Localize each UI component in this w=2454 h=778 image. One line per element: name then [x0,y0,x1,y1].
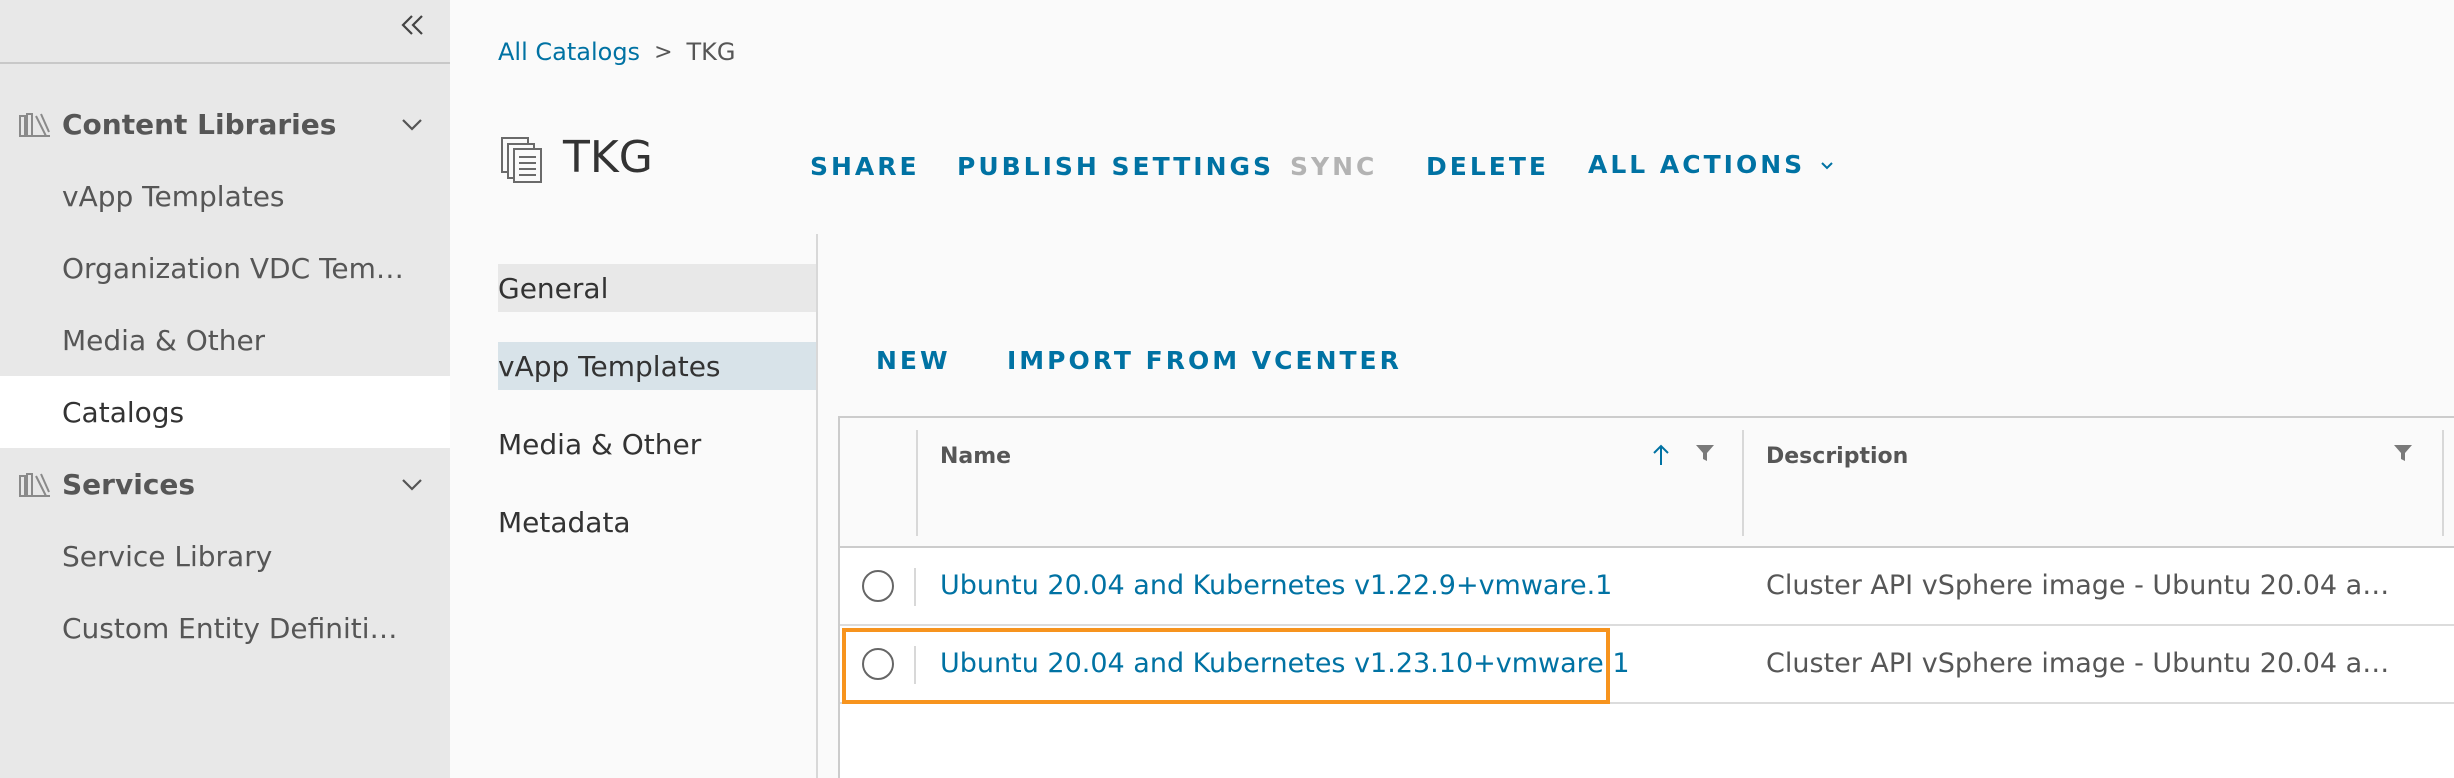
cell-separator [914,568,916,606]
sidebar-item-vapp-templates[interactable]: vApp Templates [0,160,450,232]
sidebar-group-content-libraries[interactable]: Content Libraries [0,96,450,152]
chevron-down-icon [402,479,422,491]
sidebar-item-custom-entity-definitions[interactable]: Custom Entity Definitions [0,592,450,664]
tab-general[interactable]: General [498,264,816,312]
double-chevron-left-icon [401,15,423,35]
publish-settings-button[interactable]: PUBLISH SETTINGS [957,152,1274,181]
column-separator [1742,430,1744,536]
sidebar-item-organization-vdc-templates[interactable]: Organization VDC Templates [0,232,450,304]
tabs-divider [816,234,818,778]
template-name-link[interactable]: Ubuntu 20.04 and Kubernetes v1.22.9+vmwa… [940,570,1612,601]
catalog-icon [501,137,542,183]
table-row[interactable]: Ubuntu 20.04 and Kubernetes v1.23.10+vmw… [840,626,2454,704]
column-header-description[interactable]: Description [1766,444,1908,469]
row-select-radio[interactable] [862,648,894,680]
sidebar-item-catalogs[interactable]: Catalogs [0,376,450,448]
breadcrumb-all-catalogs-link[interactable]: All Catalogs [498,38,640,66]
sidebar-divider [0,62,450,64]
chevron-down-icon [1821,162,1833,170]
template-name-link[interactable]: Ubuntu 20.04 and Kubernetes v1.23.10+vmw… [940,648,1630,679]
column-separator [916,430,918,536]
templates-grid: Name Description Ubuntu 20.04 and Kubern… [838,416,2454,778]
sidebar-item-media-other[interactable]: Media & Other [0,304,450,376]
delete-button[interactable]: DELETE [1426,152,1549,181]
grid-header: Name Description [840,418,2454,548]
row-select-radio[interactable] [862,570,894,602]
table-row[interactable]: Ubuntu 20.04 and Kubernetes v1.22.9+vmwa… [840,548,2454,626]
breadcrumb-separator: > [654,39,673,65]
sort-ascending-icon[interactable] [1648,442,1674,468]
all-actions-label: ALL ACTIONS [1588,150,1806,179]
sidebar-group-label: Content Libraries [62,107,337,141]
tab-metadata[interactable]: Metadata [498,498,816,546]
tab-media-other[interactable]: Media & Other [498,420,816,468]
import-from-vcenter-button[interactable]: IMPORT FROM VCENTER [1007,346,1402,375]
tab-vapp-templates[interactable]: vApp Templates [498,342,816,390]
collapse-sidebar-button[interactable] [398,10,428,40]
breadcrumb-current: TKG [686,38,736,66]
all-actions-dropdown[interactable]: ALL ACTIONS [1588,150,1835,179]
books-icon [19,473,50,497]
column-header-name[interactable]: Name [940,444,1011,469]
sidebar-item-service-library[interactable]: Service Library [0,520,450,592]
sidebar-group-label: Services [62,467,196,501]
filter-icon[interactable] [1692,440,1718,466]
template-description: Cluster API vSphere image - Ubuntu 20.04… [1766,648,2406,679]
chevron-down-icon [402,119,422,131]
breadcrumb: All Catalogs > TKG [498,38,736,66]
filter-icon[interactable] [2390,440,2416,466]
sidebar-group-services[interactable]: Services [0,456,450,512]
books-icon [19,113,50,137]
page-title: TKG [563,132,653,183]
sync-button[interactable]: SYNC [1290,152,1377,181]
cell-separator [914,646,916,684]
new-button[interactable]: NEW [876,346,951,375]
column-separator [2442,430,2444,536]
share-button[interactable]: SHARE [810,152,920,181]
sidebar: Content Libraries vApp Templates Organiz… [0,0,450,778]
template-description: Cluster API vSphere image - Ubuntu 20.04… [1766,570,2406,601]
